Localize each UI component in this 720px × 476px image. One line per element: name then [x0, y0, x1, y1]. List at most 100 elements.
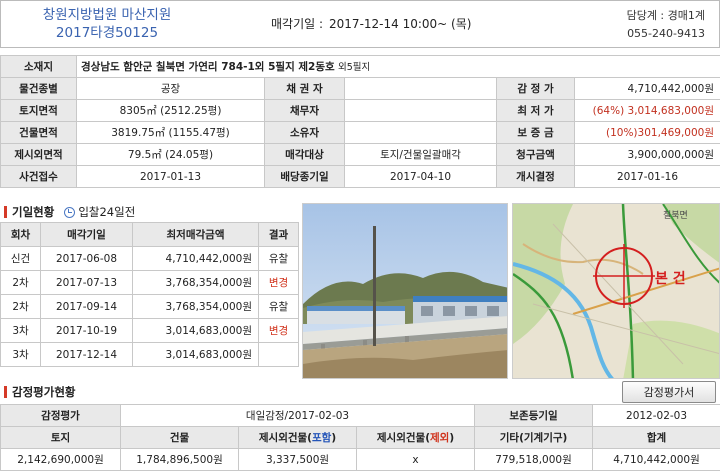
tender-countdown: 입찰24일전	[78, 205, 136, 219]
clock-icon	[64, 207, 76, 218]
header-included: 포함	[311, 432, 332, 444]
bid-row: 2차 2017-09-14 3,768,354,000원 유찰	[0, 294, 299, 319]
map-place-label: 칠북면	[663, 211, 688, 221]
bid-date: 2017-07-13	[40, 270, 133, 295]
case-header: 창원지방법원 마산지원 2017타경50125 매각기일 : 2017-12-14…	[0, 0, 720, 48]
info-label: 사건접수	[0, 165, 77, 188]
appraisal-col-header: 제시외건물(제외)	[355, 426, 476, 449]
property-info-table: 소재지 경상남도 함안군 칠북면 가연리 784-1외 5필지 제2동호 외5필…	[0, 55, 720, 188]
info-label: 감 정 가	[496, 77, 575, 100]
registration-date: 2012-02-03	[592, 404, 720, 427]
case-received: 2017-01-13	[76, 165, 265, 188]
bid-price: 4,710,442,000원	[132, 246, 259, 271]
phone-number: 055-240-9413	[627, 27, 705, 40]
info-label: 토지면적	[0, 99, 77, 122]
bid-result: 유찰	[258, 294, 299, 319]
section-bar-icon	[4, 206, 7, 218]
deposit: (10%)301,469,000원	[574, 121, 720, 144]
bid-title: 기일현황	[12, 205, 55, 219]
info-label: 최 저 가	[496, 99, 575, 122]
extra-excluded-value: x	[355, 448, 476, 471]
dividend-deadline: 2017-04-10	[344, 165, 497, 188]
bid-result: 변경	[258, 318, 299, 343]
court-name: 창원지방법원 마산지원	[42, 7, 172, 23]
property-photo-image	[303, 204, 507, 378]
location-map[interactable]: 칠북면 본 건	[512, 203, 720, 379]
info-label: 제시외면적	[0, 143, 77, 166]
header-part: )	[449, 432, 455, 444]
appraisal-price: 4,710,442,000원	[574, 77, 720, 100]
debtor	[344, 99, 497, 122]
property-type: 공장	[76, 77, 265, 100]
owner	[344, 121, 497, 144]
header-part: 제시외건물(	[376, 432, 430, 444]
bid-price: 3,768,354,000원	[132, 294, 259, 319]
appraisal-report-button[interactable]: 감정평가서	[622, 381, 716, 403]
section-bar-icon	[4, 386, 7, 398]
bid-result: 변경	[258, 270, 299, 295]
appraisal-label: 감정평가	[0, 404, 121, 427]
info-label: 청구금액	[496, 143, 575, 166]
bid-round: 3차	[0, 342, 41, 367]
land-value: 2,142,690,000원	[0, 448, 121, 471]
appraisal-col-header: 제시외건물(포함)	[238, 426, 357, 449]
bid-round: 2차	[0, 270, 41, 295]
contact-block: 담당계 : 경매1계 055-240-9413	[627, 7, 705, 43]
registration-label: 보존등기일	[474, 404, 594, 427]
appraisal-col-header: 토지	[0, 426, 121, 449]
info-label: 채 권 자	[264, 77, 345, 100]
bid-result: 유찰	[258, 246, 299, 271]
bid-col-header: 결과	[258, 222, 299, 247]
appraisal-col-header: 기타(기계기구)	[474, 426, 594, 449]
location-extra: 외5필지	[338, 62, 371, 73]
bid-date: 2017-06-08	[40, 246, 133, 271]
bid-result	[258, 342, 299, 367]
bid-history-table: 회차 매각기일 최저매각금액 결과 신건 2017-06-08 4,710,44…	[0, 222, 299, 367]
commencement-date: 2017-01-16	[574, 165, 720, 188]
bid-date: 2017-12-14	[40, 342, 133, 367]
bid-round: 신건	[0, 246, 41, 271]
bid-col-header: 최저매각금액	[132, 222, 259, 247]
claim-amount: 3,900,000,000원	[574, 143, 720, 166]
info-label: 보 증 금	[496, 121, 575, 144]
info-label: 건물면적	[0, 121, 77, 144]
sale-date-label: 매각기일 :	[271, 17, 324, 31]
sale-date: 2017-12-14 10:00~ (목)	[329, 17, 472, 31]
map-marker-label: 본 건	[655, 271, 686, 287]
info-label: 채무자	[264, 99, 345, 122]
property-photo[interactable]	[302, 203, 508, 379]
appraisal-title: 감정평가현황	[12, 385, 76, 399]
bid-round: 3차	[0, 318, 41, 343]
court-block: 창원지방법원 마산지원 2017타경50125	[7, 6, 207, 42]
location-label: 소재지	[0, 55, 77, 78]
bid-row: 3차 2017-12-14 3,014,683,000원	[0, 342, 299, 367]
info-label: 매각대상	[264, 143, 345, 166]
bid-row: 3차 2017-10-19 3,014,683,000원 변경	[0, 318, 299, 343]
machinery-value: 779,518,000원	[474, 448, 594, 471]
appraisal-col-header: 합계	[592, 426, 720, 449]
location-map-image	[513, 204, 719, 378]
header-excluded: 제외	[430, 432, 450, 444]
extra-included-value: 3,337,500원	[238, 448, 357, 471]
location-cell: 경상남도 함안군 칠북면 가연리 784-1외 5필지 제2동호 외5필지	[76, 55, 720, 78]
bid-date: 2017-09-14	[40, 294, 133, 319]
info-label: 소유자	[264, 121, 345, 144]
land-area: 8305㎡ (2512.25평)	[76, 99, 265, 122]
department: 담당계 : 경매1계	[626, 9, 705, 22]
bid-round: 2차	[0, 294, 41, 319]
bid-row: 2차 2017-07-13 3,768,354,000원 변경	[0, 270, 299, 295]
total-value: 4,710,442,000원	[592, 448, 720, 471]
bid-price: 3,014,683,000원	[132, 318, 259, 343]
info-label: 개시결정	[496, 165, 575, 188]
bid-price: 3,014,683,000원	[132, 342, 259, 367]
appraiser-date: 대일감정/2017-02-03	[119, 404, 476, 427]
info-label: 배당종기일	[264, 165, 345, 188]
bid-date: 2017-10-19	[40, 318, 133, 343]
extra-area: 79.5㎡ (24.05평)	[76, 143, 265, 166]
sale-target: 토지/건물일괄매각	[344, 143, 497, 166]
info-label: 물건종별	[0, 77, 77, 100]
appraisal-col-header: 건물	[120, 426, 239, 449]
bid-row: 신건 2017-06-08 4,710,442,000원 유찰	[0, 246, 299, 271]
location-address: 경상남도 함안군 칠북면 가연리 784-1외 5필지 제2동호	[81, 61, 335, 73]
bid-col-header: 매각기일	[40, 222, 133, 247]
